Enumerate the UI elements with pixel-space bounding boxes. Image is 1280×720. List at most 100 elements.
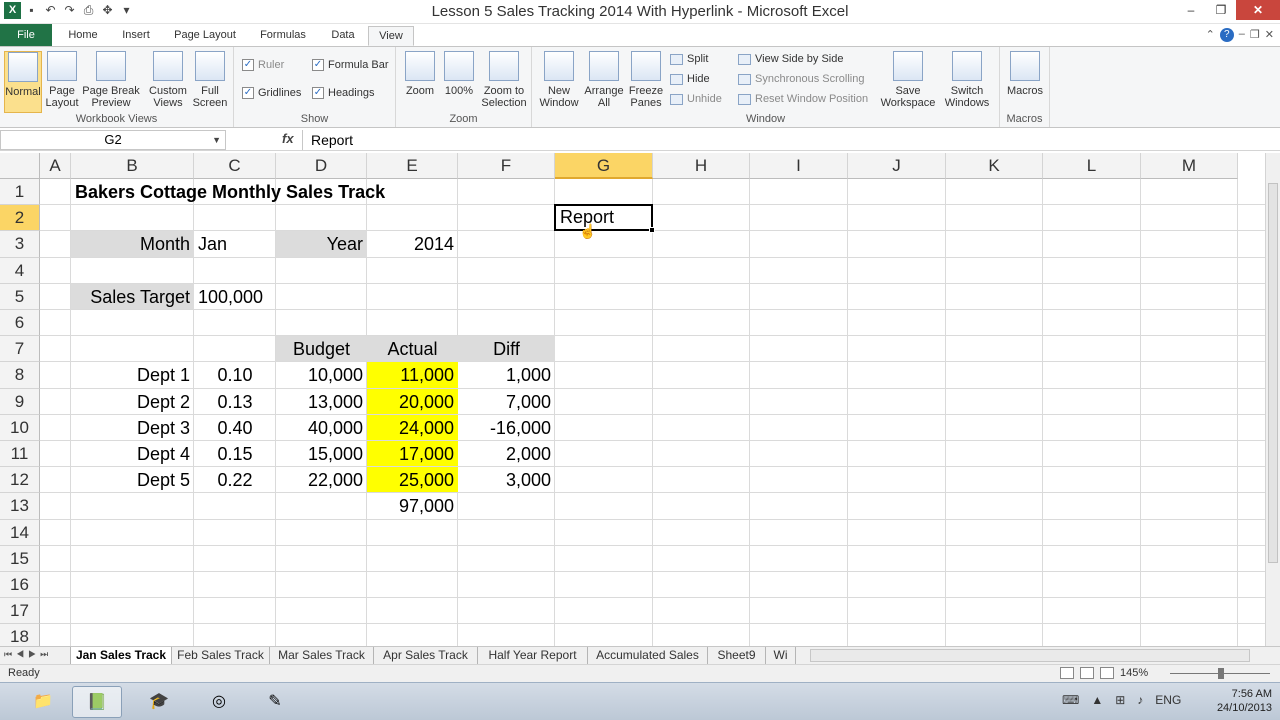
row-header[interactable]: 9 — [0, 388, 40, 415]
insert-function-icon[interactable]: fx — [282, 131, 294, 146]
recorder-icon[interactable]: ✎ — [250, 686, 300, 718]
wb-restore-icon[interactable]: ❐ — [1250, 28, 1260, 42]
sheet-title-cell[interactable]: Bakers Cottage Monthly Sales Track — [71, 179, 653, 204]
fill-handle[interactable] — [649, 227, 655, 234]
keyboard-icon[interactable]: ⌨ — [1062, 693, 1079, 707]
row-header[interactable]: 13 — [0, 493, 40, 520]
year-label-cell[interactable]: Year — [276, 231, 367, 257]
gridlines-checkbox[interactable]: ✓ Gridlines — [242, 87, 301, 99]
vertical-scrollbar[interactable] — [1265, 153, 1280, 646]
full-screen-button[interactable]: Full Screen — [192, 51, 228, 109]
ruler-checkbox[interactable]: ✓ Ruler — [242, 59, 284, 71]
tab-insert[interactable]: Insert — [114, 26, 158, 46]
tab-home[interactable]: Home — [60, 26, 106, 46]
row-header[interactable]: 2 — [0, 205, 40, 232]
sheet-tab-accumulated[interactable]: Accumulated Sales — [588, 647, 708, 664]
page-break-preview-button[interactable]: Page Break Preview — [82, 51, 140, 109]
budget-header-cell[interactable]: Budget — [276, 336, 367, 362]
diff-header-cell[interactable]: Diff — [458, 336, 555, 362]
sheet-tab-mar[interactable]: Mar Sales Track — [270, 647, 374, 664]
restore-icon[interactable]: ❐ — [1206, 0, 1236, 20]
formula-input[interactable]: Report — [302, 130, 1266, 150]
new-window-button[interactable]: New Window — [536, 51, 582, 109]
dept-diff-cell[interactable]: 2,000 — [458, 441, 555, 466]
dept-budget-cell[interactable]: 22,000 — [276, 467, 367, 492]
tab-view[interactable]: View — [368, 26, 414, 46]
row-header[interactable]: 5 — [0, 283, 40, 310]
dept-diff-cell[interactable]: -16,000 — [458, 415, 555, 440]
dept-budget-cell[interactable]: 40,000 — [276, 415, 367, 440]
dept-actual-cell[interactable]: 11,000 — [367, 362, 458, 388]
column-header[interactable]: E — [367, 153, 458, 179]
dept-diff-cell[interactable]: 3,000 — [458, 467, 555, 492]
dept-name-cell[interactable]: Dept 4 — [71, 441, 194, 466]
zoom-level[interactable]: 145% — [1120, 667, 1148, 679]
column-header[interactable]: H — [653, 153, 750, 179]
row-header[interactable]: 16 — [0, 572, 40, 599]
dept-name-cell[interactable]: Dept 1 — [71, 362, 194, 387]
row-header[interactable]: 8 — [0, 362, 40, 389]
row-header[interactable]: 18 — [0, 624, 40, 646]
row-header[interactable]: 14 — [0, 519, 40, 546]
synchronous-scrolling-button[interactable]: Synchronous Scrolling — [738, 73, 864, 85]
save-workspace-button[interactable]: Save Workspace — [878, 51, 938, 109]
worksheet-grid[interactable]: A B C D E F G H I J K L M 1 2 3 4 5 6 7 8 9 10 11 12 13 14 15 16 17 18… — [0, 153, 1265, 646]
column-header[interactable]: F — [458, 153, 555, 179]
network-icon[interactable]: ⊞ — [1115, 693, 1125, 707]
column-header[interactable]: G — [555, 153, 653, 179]
column-header[interactable]: L — [1043, 153, 1141, 179]
row-header[interactable]: 10 — [0, 414, 40, 441]
name-box[interactable]: G2 ▼ — [0, 130, 226, 150]
row-header[interactable]: 4 — [0, 257, 40, 284]
normal-view-button[interactable]: Normal — [4, 51, 42, 113]
row-header[interactable]: 11 — [0, 441, 40, 468]
page-break-status-icon[interactable] — [1100, 667, 1114, 679]
column-header[interactable]: M — [1141, 153, 1238, 179]
column-header[interactable]: B — [71, 153, 194, 179]
dept-share-cell[interactable]: 0.40 — [194, 415, 276, 440]
sales-target-label-cell[interactable]: Sales Target — [71, 283, 194, 309]
zoom-slider-knob[interactable] — [1218, 668, 1224, 679]
zoom-button[interactable]: Zoom — [402, 51, 438, 97]
sheet-tab-feb[interactable]: Feb Sales Track — [172, 647, 270, 664]
zoom-100-button[interactable]: 100% — [442, 51, 476, 97]
dept-actual-cell[interactable]: 25,000 — [367, 467, 458, 493]
month-label-cell[interactable]: Month — [71, 231, 194, 257]
tab-file[interactable]: File — [0, 24, 52, 46]
row-header[interactable]: 6 — [0, 310, 40, 337]
column-header[interactable]: I — [750, 153, 848, 179]
close-icon[interactable]: ✕ — [1236, 0, 1280, 20]
month-value-cell[interactable]: Jan — [194, 231, 276, 256]
dept-name-cell[interactable]: Dept 2 — [71, 389, 194, 414]
zoom-to-selection-button[interactable]: Zoom to Selection — [480, 51, 528, 109]
excel-taskbar-icon[interactable]: 📗 — [72, 686, 122, 718]
select-all-corner[interactable] — [0, 153, 40, 179]
formula-bar-checkbox[interactable]: ✓ Formula Bar — [312, 59, 389, 71]
unhide-button[interactable]: Unhide — [670, 93, 722, 105]
clock[interactable]: 7:56 AM 24/10/2013 — [1217, 687, 1272, 715]
year-value-cell[interactable]: 2014 — [367, 231, 458, 256]
tab-formulas[interactable]: Formulas — [252, 26, 314, 46]
tab-page-layout[interactable]: Page Layout — [168, 26, 242, 46]
dept-diff-cell[interactable]: 1,000 — [458, 362, 555, 387]
switch-windows-button[interactable]: Switch Windows — [938, 51, 996, 109]
dept-budget-cell[interactable]: 13,000 — [276, 389, 367, 414]
dept-name-cell[interactable]: Dept 5 — [71, 467, 194, 492]
row-header[interactable]: 3 — [0, 231, 40, 258]
column-header[interactable]: D — [276, 153, 367, 179]
dept-actual-cell[interactable]: 24,000 — [367, 414, 458, 440]
actual-header-cell[interactable]: Actual — [367, 336, 458, 362]
tab-data[interactable]: Data — [322, 26, 364, 46]
dept-actual-cell[interactable]: 20,000 — [367, 388, 458, 414]
row-header[interactable]: 17 — [0, 598, 40, 625]
sheet-tab-wi[interactable]: Wi — [766, 647, 796, 664]
normal-view-status-icon[interactable] — [1060, 667, 1074, 679]
row-header[interactable]: 7 — [0, 336, 40, 363]
help-icon[interactable]: ? — [1219, 28, 1234, 42]
horizontal-scrollbar[interactable] — [810, 649, 1250, 662]
dept-budget-cell[interactable]: 15,000 — [276, 441, 367, 466]
dept-budget-cell[interactable]: 10,000 — [276, 362, 367, 387]
freeze-panes-button[interactable]: Freeze Panes — [626, 51, 666, 109]
sheet-tab-jan[interactable]: Jan Sales Track — [70, 647, 172, 664]
sheet-tab-sheet9[interactable]: Sheet9 — [708, 647, 766, 664]
